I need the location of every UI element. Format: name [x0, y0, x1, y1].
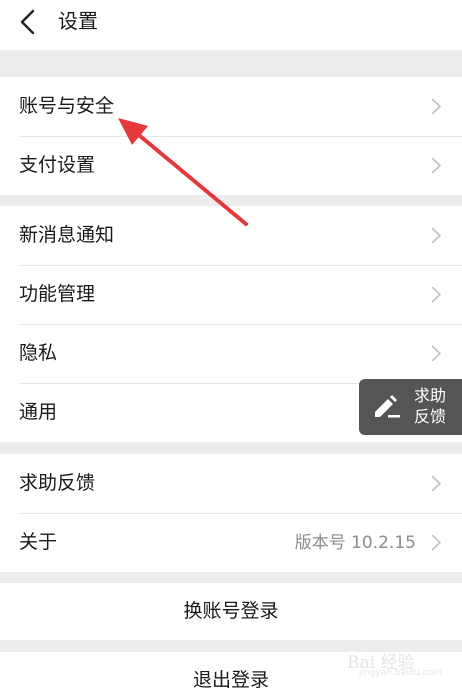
help-float-line2: 反馈: [414, 407, 447, 426]
settings-item-features[interactable]: 功能管理: [0, 265, 462, 324]
help-feedback-float-button[interactable]: 求助 反馈: [359, 379, 462, 435]
settings-item-account-security[interactable]: 账号与安全: [0, 77, 462, 136]
chevron-right-icon: [431, 534, 442, 551]
watermark-subtext: jingyan.baidu.com: [359, 668, 443, 678]
version-value: 版本号 10.2.15: [294, 533, 416, 553]
watermark-logo: Bai 经验 jingyan.baidu.com: [337, 644, 457, 684]
settings-item-about[interactable]: 关于 版本号 10.2.15: [0, 513, 462, 572]
settings-item-label: 新消息通知: [19, 224, 115, 246]
settings-item-label: 账号与安全: [19, 95, 115, 117]
chevron-right-icon: [431, 157, 442, 174]
chevron-right-icon: [431, 475, 442, 492]
settings-item-label: 功能管理: [19, 283, 96, 305]
chevron-right-icon: [431, 286, 442, 303]
settings-group-account: 账号与安全 支付设置: [0, 77, 462, 195]
help-float-line1: 求助: [414, 386, 447, 405]
pencil-icon: [375, 395, 400, 418]
settings-group-about: 求助反馈 关于 版本号 10.2.15: [0, 454, 462, 572]
switch-account-label: 换账号登录: [183, 600, 279, 622]
settings-item-help-feedback[interactable]: 求助反馈: [0, 454, 462, 513]
chevron-right-icon: [431, 227, 442, 244]
title-bar: 设置: [0, 0, 462, 50]
settings-item-payment[interactable]: 支付设置: [0, 136, 462, 195]
chevron-right-icon: [431, 98, 442, 115]
settings-item-privacy[interactable]: 隐私: [0, 324, 462, 383]
settings-item-notifications[interactable]: 新消息通知: [0, 206, 462, 265]
settings-item-label: 关于: [19, 531, 58, 553]
settings-item-label: 隐私: [19, 342, 58, 364]
switch-account-button[interactable]: 换账号登录: [0, 583, 462, 640]
settings-item-label: 求助反馈: [19, 472, 96, 494]
settings-item-label: 通用: [19, 401, 58, 423]
settings-item-label: 支付设置: [19, 154, 96, 176]
page-title: 设置: [58, 9, 98, 33]
back-arrow-icon[interactable]: [16, 9, 40, 35]
chevron-right-icon: [431, 345, 442, 362]
